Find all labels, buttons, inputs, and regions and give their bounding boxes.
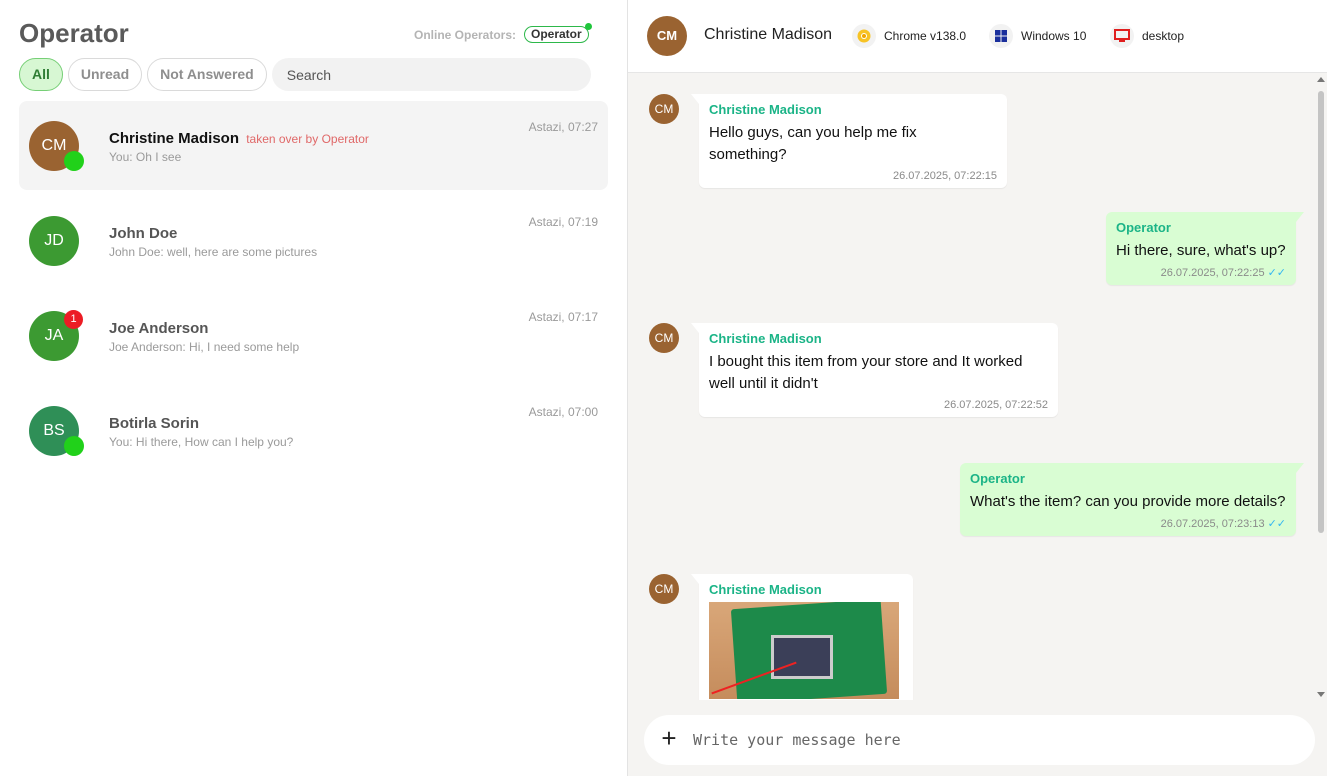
conversation-time: Astazi, 07:17 <box>528 310 598 324</box>
incoming-message: Christine Madison I bought this item fro… <box>691 323 1058 417</box>
incoming-message: Christine Madison Hello guys, can you he… <box>691 94 1007 188</box>
conversation-time: Astazi, 07:00 <box>528 405 598 419</box>
conversation-preview: Joe Anderson: Hi, I need some help <box>109 340 300 354</box>
os-info: Windows 10 <box>989 24 1086 48</box>
online-status-dot <box>64 436 84 456</box>
message-sender: Christine Madison <box>709 582 822 597</box>
message-text: Hi there, sure, what's up? <box>1116 242 1286 259</box>
message-composer: + <box>644 715 1315 765</box>
chrome-icon <box>852 24 876 48</box>
outgoing-message: Operator Hi there, sure, what's up? 26.0… <box>1106 212 1304 285</box>
avatar: CM <box>649 574 679 604</box>
conversation-panel: Operator Online Operators: Operator All … <box>0 0 628 776</box>
conversation-preview: You: Hi there, How can I help you? <box>109 435 294 449</box>
message-text: What's the item? can you provide more de… <box>970 493 1286 510</box>
scrollbar-thumb[interactable] <box>1318 91 1324 533</box>
conversation-name: Joe Anderson <box>109 320 209 337</box>
chat-panel: CM Christine Madison Chrome v138.0 Windo… <box>628 0 1327 776</box>
message-sender: Operator <box>970 471 1025 486</box>
device-label: desktop <box>1142 29 1185 43</box>
avatar: CM <box>647 16 687 56</box>
read-receipt-icon: ✓✓ <box>1267 267 1286 279</box>
conversation-preview: John Doe: well, here are some pictures <box>109 245 318 259</box>
browser-info: Chrome v138.0 <box>852 24 966 48</box>
filter-unread-button[interactable]: Unread <box>67 58 143 91</box>
message-text: Hello guys, can you help me fix somethin… <box>709 124 917 163</box>
incoming-image-message: Christine Madison <box>691 574 913 700</box>
online-status-dot <box>584 23 592 30</box>
taken-over-label: taken over by Operator <box>246 132 369 146</box>
conversation-preview: You: Oh I see <box>109 150 182 164</box>
avatar: CM <box>649 323 679 353</box>
app-title: Operator <box>19 18 129 48</box>
message-sender: Christine Madison <box>709 102 822 117</box>
scroll-down-arrow[interactable] <box>1317 692 1325 697</box>
scrollbar[interactable] <box>1316 74 1326 700</box>
message-meta: 26.07.2025, 07:23:13 ✓✓ <box>970 517 1286 530</box>
device-info: desktop <box>1110 24 1184 48</box>
plus-icon[interactable]: + <box>658 725 680 751</box>
conversation-name-text: Christine Madison <box>109 130 240 147</box>
chat-contact-name: Christine Madison <box>704 26 833 43</box>
message-time: 26.07.2025, 07:22:52 <box>944 399 1048 411</box>
message-sender: Operator <box>1116 220 1171 235</box>
os-label: Windows 10 <box>1021 29 1087 43</box>
message-time: 26.07.2025, 07:22:15 <box>893 170 997 182</box>
online-operators-label: Online Operators: <box>414 28 517 42</box>
conversation-name: John Doe <box>109 225 178 242</box>
filter-all-button[interactable]: All <box>19 58 63 91</box>
message-text: I bought this item from your store and I… <box>709 353 1023 392</box>
conversation-name: Christine Madison taken over by Operator <box>109 130 369 147</box>
filter-not-answered-button[interactable]: Not Answered <box>147 58 267 91</box>
windows-icon <box>989 24 1013 48</box>
conversation-time: Astazi, 07:19 <box>528 215 598 229</box>
chip-shape <box>771 635 833 679</box>
monitor-icon <box>1110 24 1134 48</box>
chat-header: CM Christine Madison Chrome v138.0 Windo… <box>628 0 1327 73</box>
search-input[interactable] <box>271 58 591 91</box>
filter-bar: All Unread Not Answered <box>19 58 591 91</box>
circuit-board-photo[interactable] <box>709 602 899 699</box>
message-sender: Christine Madison <box>709 331 822 346</box>
online-operator-name: Operator <box>531 27 582 41</box>
message-meta: 26.07.2025, 07:22:25 ✓✓ <box>1116 266 1286 279</box>
conversation-name: Botirla Sorin <box>109 415 200 432</box>
unread-count-badge: 1 <box>64 310 83 329</box>
avatar: JD <box>29 216 79 266</box>
avatar: CM <box>649 94 679 124</box>
message-time: 26.07.2025, 07:22:25 <box>1160 267 1265 279</box>
message-time: 26.07.2025, 07:23:13 <box>1160 518 1265 530</box>
online-status-dot <box>64 151 84 171</box>
conversation-item-john-doe[interactable]: JD John Doe John Doe: well, here are som… <box>19 196 608 285</box>
online-operator-badge[interactable]: Operator <box>524 23 592 43</box>
conversation-item-botirla-sorin[interactable]: BS Botirla Sorin You: Hi there, How can … <box>19 386 608 475</box>
message-input[interactable] <box>693 728 1293 752</box>
conversation-item-joe-anderson[interactable]: JA 1 Joe Anderson Joe Anderson: Hi, I ne… <box>19 291 608 380</box>
scroll-up-arrow[interactable] <box>1317 77 1325 82</box>
outgoing-message: Operator What's the item? can you provid… <box>960 463 1304 536</box>
conversation-item-christine-madison[interactable]: CM Christine Madison taken over by Opera… <box>19 101 608 190</box>
conversation-time: Astazi, 07:27 <box>528 120 598 134</box>
message-list[interactable]: CM Christine Madison Hello guys, can you… <box>628 74 1327 700</box>
read-receipt-icon: ✓✓ <box>1267 518 1286 530</box>
browser-label: Chrome v138.0 <box>884 29 967 43</box>
